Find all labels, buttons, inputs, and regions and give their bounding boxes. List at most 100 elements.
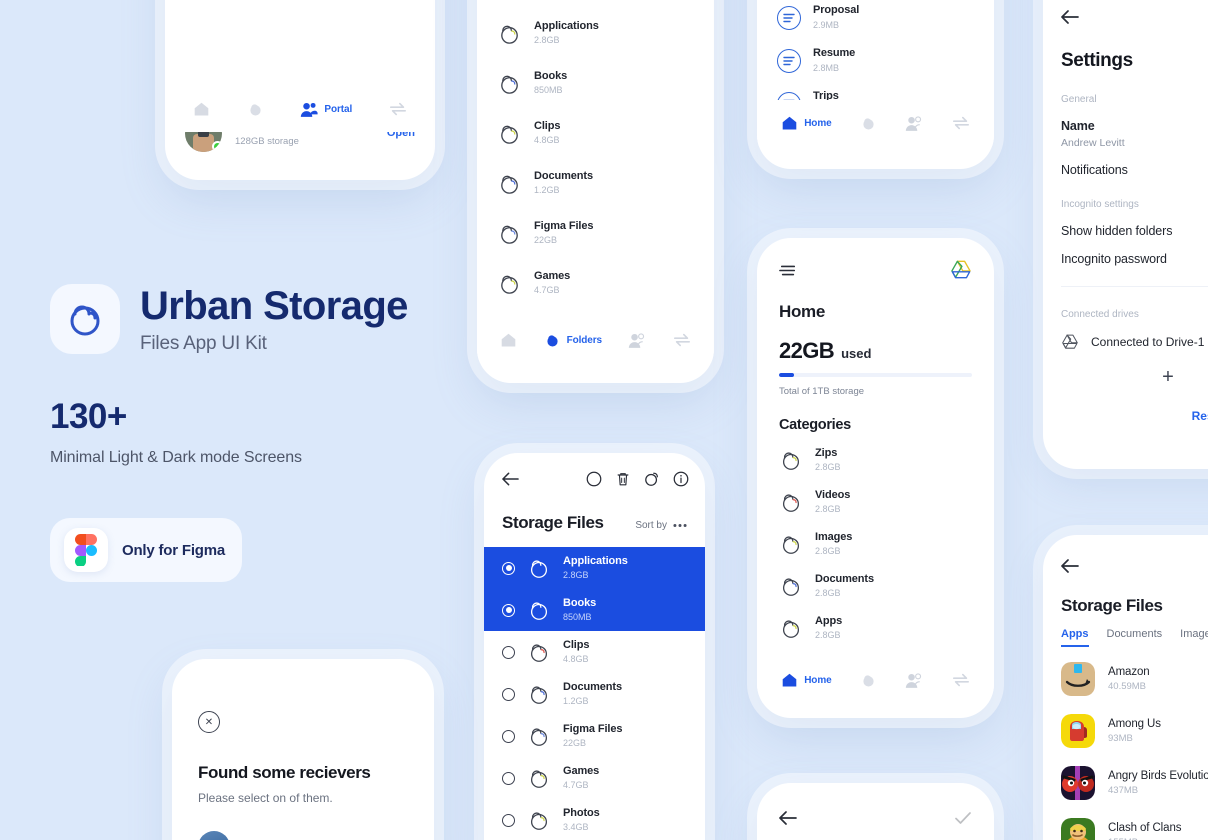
category-texts: Documents 2.8GB	[815, 573, 874, 600]
document-name: Proposal	[813, 4, 860, 17]
tab-images[interactable]: Images	[1180, 628, 1208, 647]
info-icon[interactable]	[673, 471, 689, 487]
tab-folders[interactable]	[247, 101, 264, 118]
arrow-left-icon[interactable]	[1061, 10, 1208, 24]
trash-icon[interactable]	[615, 471, 631, 487]
menu-icon[interactable]	[779, 264, 797, 277]
list-item[interactable]: Documents 1.2GB	[497, 158, 694, 208]
tab-folders[interactable]	[860, 672, 877, 689]
category-texts: Zips 2.8GB	[815, 447, 841, 474]
list-item[interactable]: Applications 2.8GB	[497, 8, 694, 58]
category-row[interactable]: Apps 2.8GB	[779, 607, 972, 649]
settings-group-incognito: Incognito settings	[1061, 199, 1139, 210]
google-drive-icon[interactable]	[950, 260, 972, 280]
file-texts: Clips 4.8GB	[563, 639, 590, 666]
app-logo-tile	[50, 284, 120, 354]
document-row[interactable]: Resume 2.8MB	[777, 39, 974, 82]
app-row[interactable]: Among Us 93MB	[1061, 705, 1208, 757]
category-row[interactable]: Videos 2.8GB	[779, 481, 972, 523]
folder-icon	[527, 682, 551, 706]
radio-unselected[interactable]	[502, 771, 515, 785]
tab-transfer[interactable]	[673, 333, 691, 347]
file-size: 4.7GB	[563, 780, 589, 791]
category-row[interactable]: Images 2.8GB	[779, 523, 972, 565]
folder-icon	[497, 71, 522, 96]
document-row[interactable]: Proposal 2.9MB	[777, 0, 974, 39]
arrow-left-icon[interactable]	[1061, 558, 1079, 573]
tab-home[interactable]: Home	[781, 672, 832, 689]
document-icon	[777, 5, 801, 30]
more-dots-icon[interactable]	[673, 523, 687, 528]
radio-unselected[interactable]	[502, 813, 515, 827]
select-all-icon[interactable]	[586, 471, 602, 487]
share-icon[interactable]	[644, 471, 660, 487]
arrow-left-icon[interactable]	[502, 472, 519, 486]
folder-icon	[779, 574, 803, 598]
storage-files-actions	[586, 471, 689, 487]
radio-selected[interactable]	[502, 603, 515, 617]
tab-transfer[interactable]	[389, 102, 407, 116]
radio-unselected[interactable]	[502, 729, 515, 743]
figma-badge-pill[interactable]: Only for Figma	[50, 518, 242, 582]
folder-icon	[497, 221, 522, 246]
tab-documents[interactable]: Documents	[1107, 628, 1163, 647]
home-header	[757, 238, 994, 280]
tab-apps[interactable]: Apps	[1061, 628, 1089, 647]
folder-icon	[779, 616, 803, 640]
tab-folders-label: Folders	[566, 334, 603, 346]
settings-notifications[interactable]: Notifications	[1061, 163, 1208, 177]
list-item[interactable]: Figma Files 22GB	[497, 208, 694, 258]
tab-transfer[interactable]	[952, 673, 970, 687]
arrow-left-icon[interactable]	[779, 811, 797, 825]
reset-settings-button[interactable]: Reset Settings	[1061, 409, 1208, 423]
category-row[interactable]: Documents 2.8GB	[779, 565, 972, 607]
folder-size: 850MB	[534, 85, 563, 96]
tab-transfer[interactable]	[952, 116, 970, 130]
tab-portal[interactable]	[905, 115, 923, 132]
connected-drive-row[interactable]: Connected to Drive-1	[1061, 334, 1208, 350]
categories-title: Categories	[779, 417, 851, 433]
tab-portal[interactable]: Portal	[300, 101, 352, 118]
file-row[interactable]: Documents 1.2GB	[484, 673, 705, 715]
tab-home[interactable]	[500, 332, 517, 349]
file-row[interactable]: Games 4.7GB	[484, 757, 705, 799]
list-item[interactable]: Clips 4.8GB	[497, 108, 694, 158]
file-row-selected[interactable]: Applications 2.8GB	[484, 547, 705, 589]
settings-name-label[interactable]: Name	[1061, 119, 1208, 133]
tab-home[interactable]	[193, 101, 210, 118]
file-row-selected[interactable]: Books 850MB	[484, 589, 705, 631]
folder-name: Figma Files	[534, 219, 594, 232]
close-circle-icon[interactable]: ✕	[198, 711, 220, 733]
settings-incognito-password[interactable]: Incognito password	[1061, 252, 1208, 266]
tab-folders[interactable]: Folders	[544, 332, 602, 349]
settings-name-value: Andrew Levitt	[1061, 137, 1125, 149]
radio-unselected[interactable]	[502, 687, 515, 701]
plus-icon[interactable]: +	[1061, 366, 1208, 389]
divider	[1061, 286, 1208, 287]
tab-folders[interactable]	[860, 115, 877, 132]
page-subtitle: Files App UI Kit	[140, 333, 267, 354]
radio-unselected[interactable]	[502, 645, 515, 659]
app-size: 40.59MB	[1108, 681, 1147, 692]
receiver-avatar[interactable]	[198, 831, 230, 840]
sort-by-control[interactable]: Sort by	[635, 520, 687, 531]
check-icon[interactable]	[954, 811, 972, 825]
settings-show-hidden-folders[interactable]: Show hidden folders	[1061, 224, 1208, 238]
receivers-subtitle: Please select on of them.	[198, 791, 333, 805]
file-row[interactable]: Photos 3.4GB	[484, 799, 705, 840]
category-row[interactable]: Zips 2.8GB	[779, 439, 972, 481]
tab-portal[interactable]	[905, 672, 923, 689]
file-row[interactable]: Figma Files 22GB	[484, 715, 705, 757]
app-row[interactable]: Clash of Clans 155MB	[1061, 809, 1208, 840]
app-row[interactable]: Amazon 40.59MB	[1061, 653, 1208, 705]
file-row[interactable]: Clips 4.8GB	[484, 631, 705, 673]
tab-home[interactable]: Home	[781, 115, 832, 132]
list-item[interactable]: Games 4.7GB	[497, 258, 694, 308]
storage-files-title: Storage Files	[502, 513, 604, 532]
tab-portal[interactable]	[628, 332, 646, 349]
app-row[interactable]: Angry Birds Evolution 2048 437MB	[1061, 757, 1208, 809]
radio-selected[interactable]	[502, 561, 515, 575]
contact-row[interactable]: Salena Watson 256GB storage Offline	[185, 177, 415, 180]
list-item[interactable]: Books 850MB	[497, 58, 694, 108]
folder-size: 1.2GB	[534, 185, 560, 196]
